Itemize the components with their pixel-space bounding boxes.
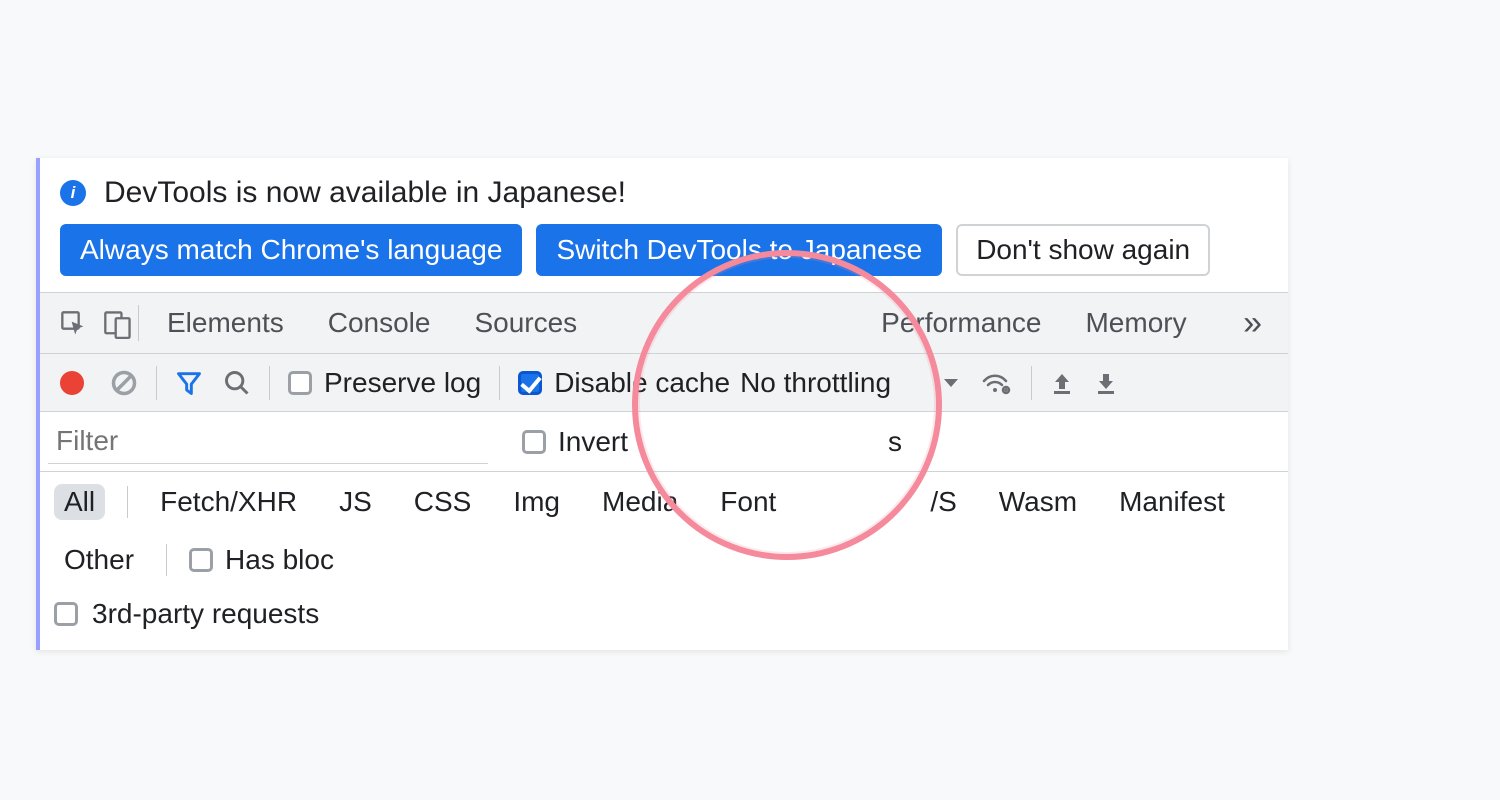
record-button[interactable]	[60, 371, 84, 395]
invert-checkbox[interactable]	[522, 430, 546, 454]
disable-cache-label: Disable cache	[554, 367, 730, 399]
separator	[1031, 366, 1032, 400]
invert-label: Invert	[558, 426, 628, 458]
has-blocked-label: Has bloc	[225, 544, 334, 576]
tab-memory[interactable]: Memory	[1063, 295, 1208, 351]
type-other[interactable]: Other	[54, 542, 144, 578]
type-ws-partial[interactable]: /S	[920, 484, 966, 520]
network-toolbar: Preserve log Disable cache No throttling	[40, 354, 1288, 412]
type-manifest[interactable]: Manifest	[1109, 484, 1235, 520]
disable-cache-toggle[interactable]: Disable cache	[518, 367, 730, 399]
tab-performance[interactable]: Performance	[859, 295, 1063, 351]
type-font[interactable]: Font	[710, 484, 786, 520]
third-party-row: 3rd-party requests	[40, 590, 1288, 650]
separator	[269, 366, 270, 400]
has-blocked-checkbox[interactable]	[189, 548, 213, 572]
throttling-select[interactable]: No throttling	[740, 367, 959, 399]
filter-toggle-icon[interactable]	[175, 369, 203, 397]
export-har-icon[interactable]	[1094, 370, 1118, 396]
preserve-log-label: Preserve log	[324, 367, 481, 399]
type-media[interactable]: Media	[592, 484, 688, 520]
info-message: DevTools is now available in Japanese!	[104, 176, 626, 210]
type-all[interactable]: All	[54, 484, 105, 520]
dropdown-caret-icon	[943, 377, 959, 389]
preserve-log-checkbox[interactable]	[288, 371, 312, 395]
separator	[156, 366, 157, 400]
type-fetch-xhr[interactable]: Fetch/XHR	[150, 484, 307, 520]
type-js[interactable]: JS	[329, 484, 382, 520]
device-toggle-icon[interactable]	[104, 309, 128, 337]
third-party-checkbox[interactable]	[54, 602, 78, 626]
tab-sources[interactable]: Sources	[452, 295, 599, 351]
third-party-label: 3rd-party requests	[92, 598, 319, 630]
match-language-button[interactable]: Always match Chrome's language	[60, 224, 522, 276]
search-icon[interactable]	[223, 369, 251, 397]
tab-console[interactable]: Console	[306, 295, 453, 351]
separator	[499, 366, 500, 400]
separator	[166, 544, 167, 576]
filter-input[interactable]	[48, 420, 488, 464]
tab-bar: Elements Console Sources Performance Mem…	[40, 292, 1288, 354]
hide-data-urls-partial[interactable]: s	[888, 426, 902, 458]
invert-toggle[interactable]: Invert	[522, 426, 628, 458]
clear-icon[interactable]	[110, 369, 138, 397]
import-har-icon[interactable]	[1050, 370, 1074, 396]
type-filters: All Fetch/XHR JS CSS Img Media Font /S W…	[40, 472, 1288, 590]
has-blocked-toggle[interactable]: Has bloc	[189, 544, 334, 576]
dismiss-button[interactable]: Don't show again	[956, 224, 1210, 276]
type-img[interactable]: Img	[503, 484, 570, 520]
throttling-value: No throttling	[740, 367, 891, 399]
info-buttons: Always match Chrome's language Switch De…	[40, 224, 1288, 292]
info-icon: i	[60, 180, 86, 206]
devtools-window: i DevTools is now available in Japanese!…	[36, 158, 1288, 650]
type-css[interactable]: CSS	[404, 484, 482, 520]
disable-cache-checkbox[interactable]	[518, 371, 542, 395]
separator	[127, 486, 128, 518]
preserve-log-toggle[interactable]: Preserve log	[288, 367, 481, 399]
filter-row: Invert s	[40, 412, 1288, 472]
tab-elements[interactable]: Elements	[145, 295, 306, 351]
separator	[138, 305, 139, 341]
switch-language-button[interactable]: Switch DevTools to Japanese	[536, 224, 942, 276]
more-tabs-icon[interactable]: »	[1237, 304, 1268, 343]
type-wasm[interactable]: Wasm	[989, 484, 1087, 520]
network-conditions-icon[interactable]	[981, 369, 1013, 397]
inspect-element-icon[interactable]	[60, 310, 86, 336]
info-bar: i DevTools is now available in Japanese!	[40, 158, 1288, 224]
